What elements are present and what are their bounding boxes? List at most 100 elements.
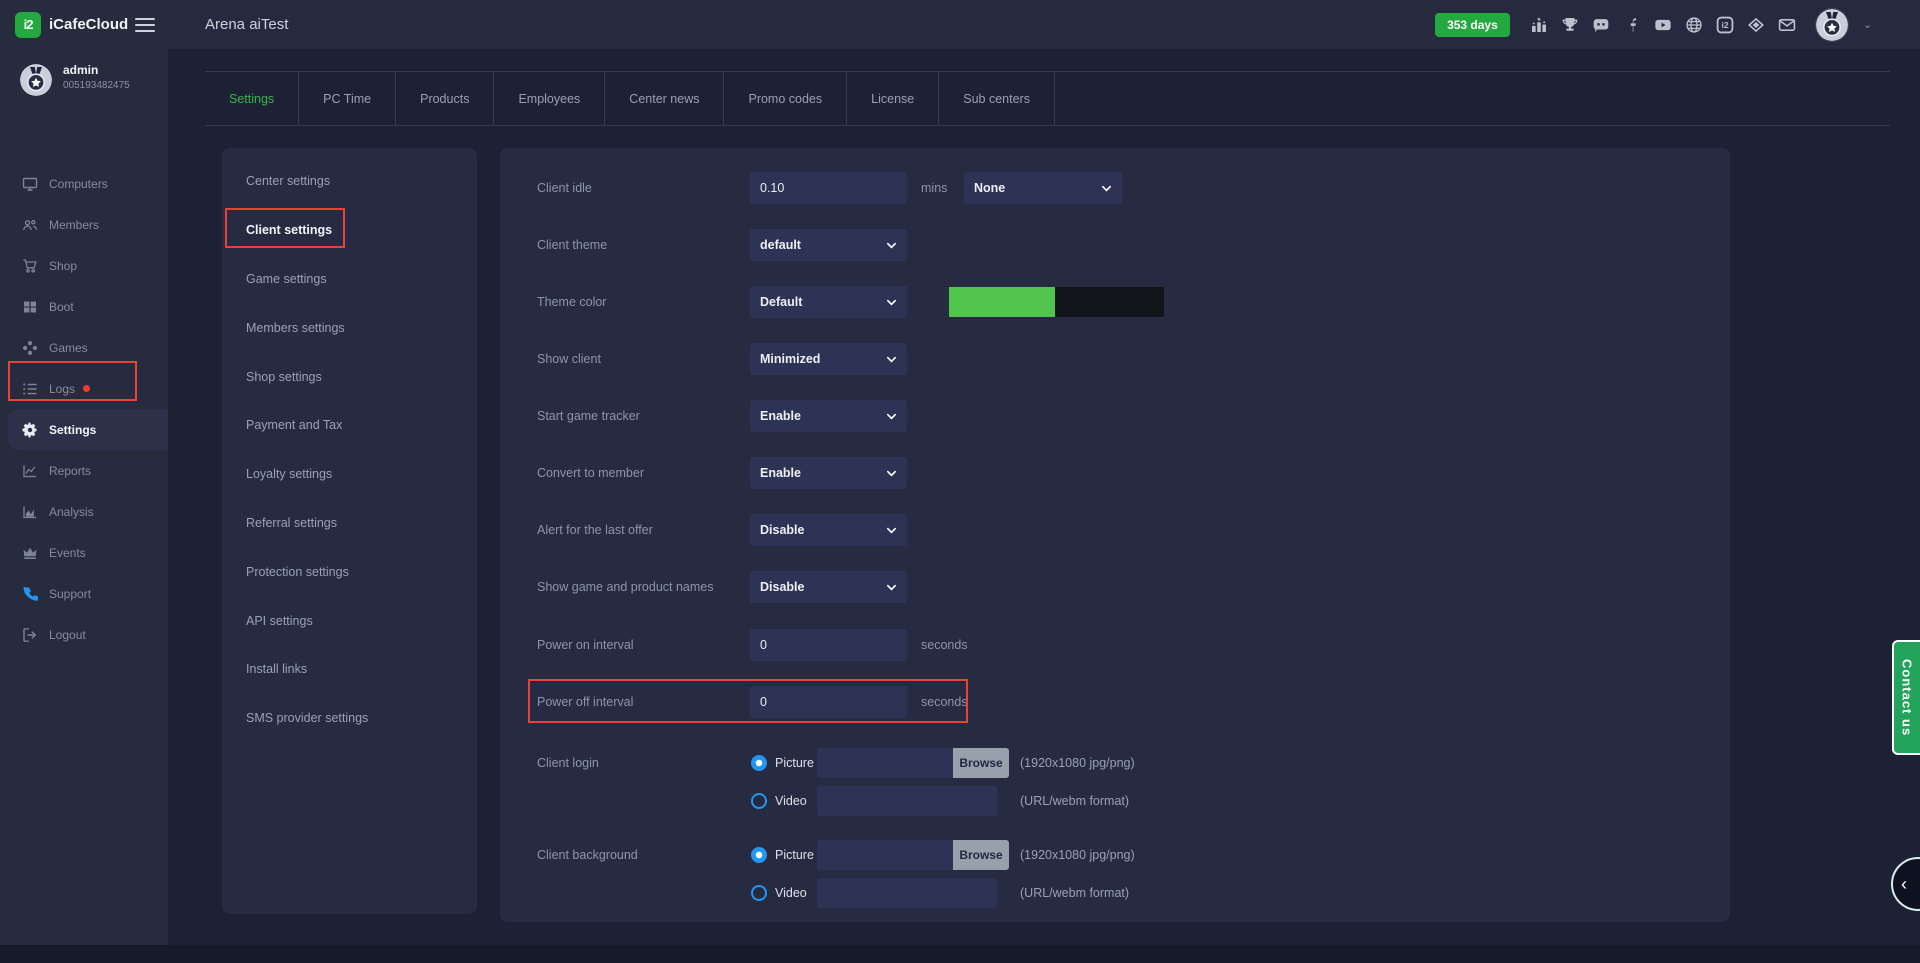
radio-picture[interactable] [751, 755, 767, 771]
ranking-icon[interactable] [1530, 15, 1549, 34]
user-avatar-small[interactable] [20, 64, 52, 96]
tab-pc-time[interactable]: PC Time [299, 72, 397, 125]
theme-color-swatch-black[interactable] [1055, 287, 1164, 317]
brand-name: iCafeCloud [49, 16, 129, 33]
radio-picture[interactable] [751, 847, 767, 863]
file-input[interactable]: Browse [817, 748, 1009, 778]
tab-settings[interactable]: Settings [205, 72, 300, 125]
submenu-item-members-settings[interactable]: Members settings [222, 303, 477, 352]
submenu-item-payment-and-tax[interactable]: Payment and Tax [222, 401, 477, 450]
discord-icon[interactable] [1592, 15, 1611, 34]
field-label: Show client [537, 352, 601, 366]
submenu-item-install-links[interactable]: Install links [222, 645, 477, 694]
sidebar-item-settings[interactable]: Settings [8, 409, 168, 450]
sidebar-item-members[interactable]: Members [0, 204, 168, 245]
user-avatar[interactable] [1814, 7, 1849, 42]
submenu-item-sms-provider-settings[interactable]: SMS provider settings [222, 694, 477, 743]
field-select-value: Default [760, 295, 803, 309]
submenu-item-referral-settings[interactable]: Referral settings [222, 499, 477, 548]
brand-area: i2 iCafeCloud [0, 0, 168, 49]
browse-button[interactable]: Browse [953, 840, 1009, 870]
field-label: Power off interval [537, 695, 634, 709]
field-input[interactable] [750, 172, 907, 204]
field-select-enable[interactable]: Enable [750, 400, 907, 432]
sidebar-item-events[interactable]: Events [0, 532, 168, 573]
submenu-item-api-settings[interactable]: API settings [222, 596, 477, 645]
file-input[interactable] [817, 786, 997, 816]
chevron-down-icon [886, 354, 897, 365]
file-input[interactable]: Browse [817, 840, 1009, 870]
games-icon [22, 340, 38, 356]
sidebar-item-support[interactable]: Support [0, 573, 168, 614]
collapse-widget-button[interactable]: ‹ [1891, 857, 1920, 911]
sidebar-item-label: Members [49, 217, 100, 232]
tab-sub-centers[interactable]: Sub centers [939, 72, 1055, 125]
field-label: Show game and product names [537, 580, 714, 594]
sidebar-item-boot[interactable]: Boot [0, 286, 168, 327]
field-select-disable[interactable]: Disable [750, 571, 907, 603]
tab-bar: Settings PC Time Products Employees Center n… [205, 71, 1890, 126]
file-input[interactable] [817, 878, 997, 908]
field-select-value: Minimized [760, 352, 821, 366]
mail-icon[interactable] [1778, 15, 1797, 34]
hamburger-icon[interactable] [135, 17, 155, 32]
submenu-item-protection-settings[interactable]: Protection settings [222, 547, 477, 596]
contact-us-button[interactable]: Contact us [1892, 640, 1920, 755]
form-row-power-off-interval: Power off interval seconds [500, 686, 1730, 718]
browse-button[interactable]: Browse [953, 748, 1009, 778]
sidebar-item-analysis[interactable]: Analysis [0, 491, 168, 532]
trophy-icon[interactable] [1561, 15, 1580, 34]
tab-products[interactable]: Products [396, 72, 495, 125]
facebook-icon[interactable] [1623, 15, 1642, 34]
submenu-item-client-settings[interactable]: Client settings [222, 206, 477, 255]
field-select-enable[interactable]: Enable [750, 457, 907, 489]
globe-icon[interactable] [1685, 15, 1704, 34]
chevron-down-icon [886, 240, 897, 251]
theme-color-swatch-green[interactable] [949, 287, 1055, 317]
sidebar-item-label: Analysis [49, 504, 94, 519]
sidebar-item-logs[interactable]: Logs [0, 368, 168, 409]
field-input[interactable] [750, 629, 907, 661]
field-label: Alert for the last offer [537, 523, 653, 537]
icafe-logo-icon[interactable]: i2 [1716, 15, 1735, 34]
field-input[interactable] [750, 686, 907, 718]
sidebar-item-logout[interactable]: Logout [0, 614, 168, 655]
field-select-default[interactable]: Default [750, 286, 907, 318]
submenu-item-shop-settings[interactable]: Shop settings [222, 352, 477, 401]
app-logo-icon[interactable]: i2 [15, 11, 41, 38]
field-select-disable[interactable]: Disable [750, 514, 907, 546]
layers-icon[interactable] [1747, 15, 1766, 34]
field-select-default[interactable]: default [750, 229, 907, 261]
field-label: Convert to member [537, 466, 644, 480]
form-row-client-theme: Client theme default [500, 229, 1730, 261]
settings-submenu-panel: Center settings Client settings Game setti… [222, 148, 477, 914]
tab-license[interactable]: License [847, 72, 940, 125]
chevron-down-icon [886, 525, 897, 536]
sidebar-item-shop[interactable]: Shop [0, 245, 168, 286]
sidebar-item-computers[interactable]: Computers [0, 163, 168, 204]
radio-video[interactable] [751, 793, 767, 809]
tab-employees[interactable]: Employees [494, 72, 606, 125]
media-option-client-login-picture: Picture Browse (1920x1080 jpg/png) [500, 747, 1730, 779]
tab-promo-codes[interactable]: Promo codes [724, 72, 848, 125]
boot-icon [22, 299, 38, 315]
sidebar-item-reports[interactable]: Reports [0, 450, 168, 491]
submenu-item-game-settings[interactable]: Game settings [222, 255, 477, 304]
media-option-client-background-picture: Picture Browse (1920x1080 jpg/png) [500, 839, 1730, 871]
logout-icon [22, 627, 38, 643]
youtube-icon[interactable] [1654, 15, 1673, 34]
license-days-badge[interactable]: 353 days [1435, 12, 1510, 37]
chevron-down-icon[interactable]: ⌄ [1863, 18, 1872, 31]
submenu-item-loyalty-settings[interactable]: Loyalty settings [222, 450, 477, 499]
logs-icon [22, 381, 38, 397]
radio-video[interactable] [751, 885, 767, 901]
field-select-minimized[interactable]: Minimized [750, 343, 907, 375]
tab-center-news[interactable]: Center news [605, 72, 725, 125]
field-unit: seconds [921, 638, 968, 652]
notification-dot [83, 385, 91, 392]
media-option-client-login-video: Video (URL/webm format) [500, 785, 1730, 817]
field-note: (1920x1080 jpg/png) [1020, 848, 1135, 862]
sidebar-item-games[interactable]: Games [0, 327, 168, 368]
submenu-item-center-settings[interactable]: Center settings [222, 157, 477, 206]
field-select-none[interactable]: None [964, 172, 1122, 204]
